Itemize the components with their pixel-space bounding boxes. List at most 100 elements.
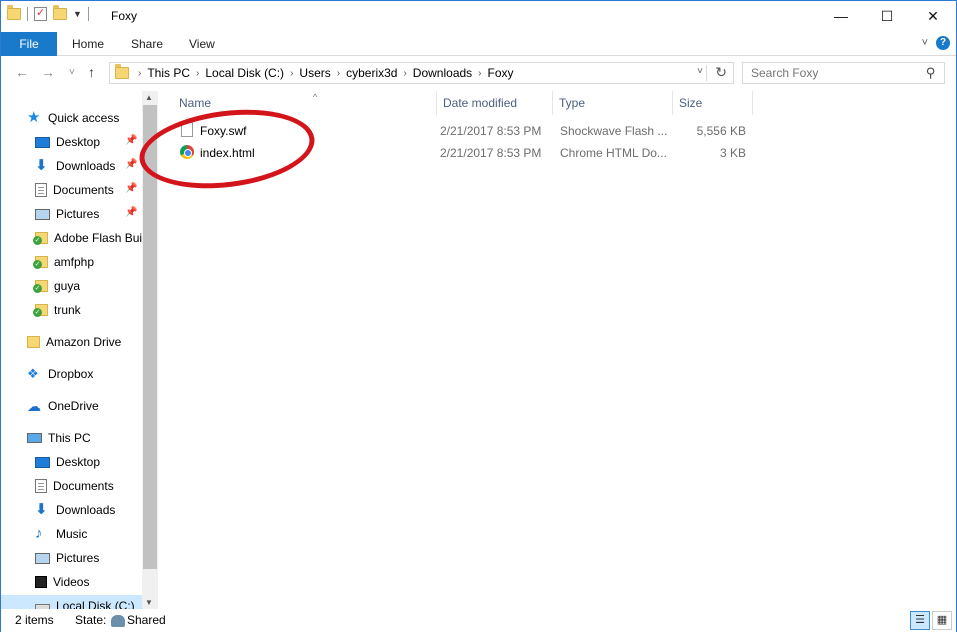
details-view-icon[interactable]: ☰: [910, 611, 930, 630]
nav-pc-desktop[interactable]: Desktop: [35, 451, 100, 473]
nav-dropbox[interactable]: ❖ Dropbox: [27, 363, 93, 385]
nav-label: amfphp: [54, 255, 95, 269]
item-count: 2 items: [15, 613, 54, 627]
breadcrumb: › This PC › Local Disk (C:) › Users › cy…: [138, 66, 514, 80]
file-row[interactable]: Foxy.swf 2/21/2017 8:53 PM Shockwave Fla…: [173, 121, 763, 143]
shared-icon: [108, 613, 128, 627]
desktop-icon: [35, 456, 50, 468]
crumb-separator: ›: [336, 67, 341, 79]
nav-pc-local-disk[interactable]: Local Disk (C:): [1, 595, 142, 609]
up-button[interactable]: ↑: [88, 64, 95, 80]
nav-label: Desktop: [56, 135, 101, 149]
nav-label: Downloads: [56, 159, 116, 173]
toolbar-divider: [87, 7, 89, 21]
recent-locations-button[interactable]: ˅: [69, 67, 75, 78]
nav-this-pc[interactable]: This PC: [27, 427, 91, 449]
close-button[interactable]: ✕: [910, 1, 956, 31]
minimize-button[interactable]: —: [818, 1, 864, 31]
breadcrumb-this-pc[interactable]: This PC: [147, 66, 190, 80]
nav-onedrive[interactable]: ☁ OneDrive: [27, 395, 99, 417]
breadcrumb-downloads[interactable]: Downloads: [413, 66, 472, 80]
nav-pc-downloads[interactable]: ⬇ Downloads: [35, 499, 115, 521]
computer-icon: [27, 433, 42, 443]
search-icon[interactable]: ⚲: [926, 65, 936, 81]
breadcrumb-foxy[interactable]: Foxy: [488, 66, 514, 80]
scroll-down-icon[interactable]: ▼: [145, 598, 153, 607]
address-dropdown-icon[interactable]: ˅: [697, 66, 703, 77]
crumb-separator: ›: [138, 67, 142, 79]
column-date-modified[interactable]: Date modified: [437, 91, 553, 115]
synced-folder-icon: [33, 256, 48, 269]
crumb-separator: ›: [403, 67, 407, 79]
nav-pc-videos[interactable]: Videos: [35, 571, 89, 593]
dropbox-icon: ❖: [27, 366, 39, 381]
crumb-separator: ›: [478, 67, 482, 79]
nav-pc-pictures[interactable]: Pictures: [35, 547, 99, 569]
file-type: Chrome HTML Do...: [560, 146, 667, 160]
tab-view[interactable]: View: [189, 32, 215, 56]
nav-quick-access[interactable]: ★ Quick access: [27, 107, 119, 129]
maximize-button[interactable]: ☐: [864, 1, 910, 31]
tab-share[interactable]: Share: [131, 32, 163, 56]
breadcrumb-local-disk[interactable]: Local Disk (C:): [205, 66, 284, 80]
column-name[interactable]: Name ^: [173, 91, 437, 115]
search-input[interactable]: [743, 63, 913, 83]
back-button[interactable]: ←: [15, 64, 29, 80]
nav-qa-adobe-flash[interactable]: Adobe Flash Bui: [33, 227, 142, 249]
forward-button[interactable]: →: [41, 64, 55, 80]
large-icons-view-icon[interactable]: ▦: [932, 611, 952, 630]
view-buttons: ☰ ▦: [910, 611, 952, 630]
star-icon: ★: [27, 109, 41, 126]
properties-icon[interactable]: [34, 6, 47, 21]
refresh-icon[interactable]: ↻: [715, 64, 727, 81]
cloud-icon: ☁: [27, 398, 41, 414]
desktop-icon: [35, 136, 50, 148]
file-name: index.html: [200, 146, 255, 160]
window-title: Foxy: [111, 9, 138, 23]
file-list: Name ^ Date modified Type Size Foxy.swf …: [159, 91, 956, 609]
address-bar[interactable]: › This PC › Local Disk (C:) › Users › cy…: [109, 62, 734, 84]
download-icon: ⬇: [35, 157, 48, 174]
file-size: 5,556 KB: [696, 124, 746, 138]
nav-amazon-drive[interactable]: Amazon Drive: [27, 331, 121, 353]
nav-pc-documents[interactable]: Documents: [35, 475, 114, 497]
nav-scrollbar[interactable]: ▲ ▼: [142, 91, 158, 609]
nav-qa-trunk[interactable]: trunk: [33, 299, 81, 321]
scroll-up-icon[interactable]: ▲: [145, 93, 153, 102]
chrome-icon: [180, 145, 194, 159]
nav-label: Quick access: [48, 111, 120, 125]
nav-label: Pictures: [56, 551, 100, 565]
nav-label: Documents: [53, 183, 114, 197]
nav-qa-documents[interactable]: Documents 📌: [35, 179, 141, 201]
nav-qa-pictures[interactable]: Pictures 📌: [35, 203, 141, 225]
scrollbar-thumb[interactable]: [143, 105, 157, 569]
column-type[interactable]: Type: [553, 91, 673, 115]
nav-label: Desktop: [56, 455, 101, 469]
nav-pc-music[interactable]: ♪ Music: [35, 523, 87, 545]
file-row[interactable]: index.html 2/21/2017 8:53 PM Chrome HTML…: [173, 143, 763, 165]
folder-icon: [27, 336, 40, 348]
state-label: State:: [75, 613, 107, 627]
nav-qa-amfphp[interactable]: amfphp: [33, 251, 95, 273]
folder-icon: [115, 64, 129, 79]
customize-toolbar-icon[interactable]: ▼: [73, 9, 82, 19]
tab-home[interactable]: Home: [72, 32, 104, 56]
search-box: ⚲: [742, 62, 945, 84]
state-value: Shared: [127, 613, 166, 627]
nav-qa-guya[interactable]: guya: [33, 275, 80, 297]
help-icon[interactable]: ?: [936, 36, 950, 50]
tab-file[interactable]: File: [1, 32, 57, 56]
synced-folder-icon: [33, 280, 48, 293]
nav-qa-downloads[interactable]: ⬇ Downloads 📌: [35, 155, 141, 177]
breadcrumb-users[interactable]: Users: [299, 66, 330, 80]
breadcrumb-cyberix3d[interactable]: cyberix3d: [346, 66, 397, 80]
address-divider: [706, 65, 707, 81]
synced-folder-icon: [33, 232, 48, 245]
new-folder-icon[interactable]: [53, 5, 67, 20]
pictures-icon: [35, 208, 50, 220]
status-bar: 2 items State: Shared ☰ ▦: [1, 610, 956, 632]
nav-label: Dropbox: [48, 367, 94, 381]
column-size[interactable]: Size: [673, 91, 753, 115]
expand-ribbon-icon[interactable]: ˅: [922, 37, 928, 49]
nav-qa-desktop[interactable]: Desktop 📌: [35, 131, 141, 153]
